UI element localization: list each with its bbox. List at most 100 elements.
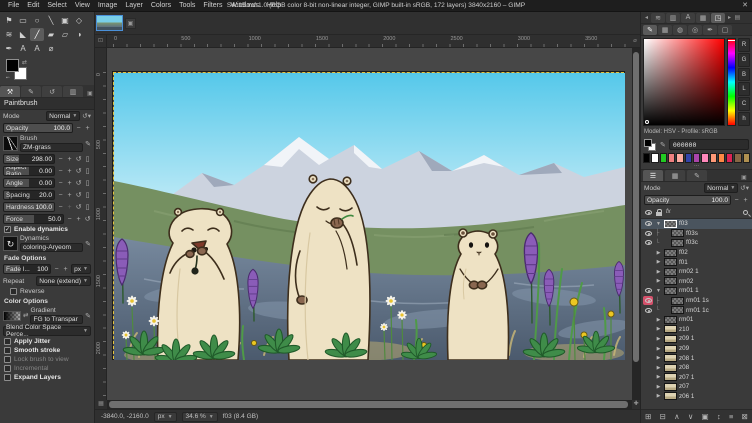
new-layer-button[interactable]: ⊞: [645, 412, 651, 421]
expander-icon[interactable]: ▶: [655, 326, 662, 332]
layer-row-f03c[interactable]: └f03c: [641, 238, 752, 248]
gradient-name-field[interactable]: FG to Transpar: [30, 315, 83, 324]
fonts-tab[interactable]: A: [681, 13, 695, 23]
increment-button[interactable]: +: [66, 180, 73, 187]
slider-force[interactable]: Force50.0: [3, 214, 64, 224]
expander-icon[interactable]: ▶: [655, 393, 662, 399]
lock-header-icon[interactable]: [656, 212, 662, 216]
layer-row-f03s[interactable]: ├f03s: [641, 229, 752, 239]
dock-menu-icon[interactable]: ▣: [738, 174, 750, 181]
visibility-toggle[interactable]: [643, 286, 653, 295]
slider-spacing[interactable]: Spacing20.0: [3, 190, 55, 200]
link-icon[interactable]: ▯: [84, 179, 91, 187]
menu-select[interactable]: Select: [43, 0, 70, 12]
checkbox-row-smooth-stroke[interactable]: Smooth stroke: [0, 346, 94, 355]
zoom-select[interactable]: 34.6 % ▼: [182, 412, 218, 422]
repeat-select[interactable]: None (extend) ▼: [36, 276, 91, 286]
visibility-toggle[interactable]: [643, 315, 653, 324]
layer-row-f02[interactable]: ▶f02: [641, 248, 752, 258]
window-close-button[interactable]: ✕: [742, 0, 748, 12]
patterns-tab[interactable]: ▥: [666, 13, 680, 23]
transform-tool[interactable]: ◇: [72, 14, 86, 27]
wheel-tab[interactable]: ◍: [673, 25, 687, 35]
duplicate-layer-button[interactable]: ▣: [702, 412, 709, 421]
palette-swatch[interactable]: [685, 153, 692, 163]
horizontal-scrollbar-thumb[interactable]: [109, 401, 628, 408]
menu-filters[interactable]: Filters: [199, 0, 226, 12]
layer-opacity-increment[interactable]: +: [742, 197, 749, 204]
reset-icon[interactable]: ↺: [75, 155, 82, 163]
rectangle-select-tool[interactable]: ▭: [16, 14, 30, 27]
merge-layer-button[interactable]: ↕: [717, 412, 721, 421]
paintbrush-tool[interactable]: ╱: [30, 28, 44, 41]
colors-tab[interactable]: ✎: [643, 25, 657, 35]
vertical-ruler[interactable]: 0500100015002000: [95, 48, 107, 400]
expander-icon[interactable]: ▶: [655, 269, 662, 275]
decrement-button[interactable]: −: [66, 216, 73, 223]
layer-mode-switch-button[interactable]: ↺▾: [740, 184, 749, 193]
layer-row-z06-1[interactable]: ▶z06 1: [641, 392, 752, 402]
visibility-toggle[interactable]: [643, 382, 653, 391]
mode-select[interactable]: Normal ▼: [46, 111, 80, 121]
opacity-increment[interactable]: +: [84, 125, 91, 132]
channels-tab[interactable]: ▦: [665, 170, 685, 181]
decrement-button[interactable]: −: [57, 192, 64, 199]
dynamics-thumbnail[interactable]: ↻: [3, 236, 18, 251]
expander-icon[interactable]: ▶: [655, 317, 662, 323]
decrement-button[interactable]: −: [57, 168, 64, 175]
text-along-path-tool[interactable]: A: [30, 42, 44, 55]
link-icon[interactable]: ▯: [84, 155, 91, 163]
watercolor-tab[interactable]: ✒: [703, 25, 717, 35]
cmyk-tab[interactable]: ◎: [688, 25, 702, 35]
checkbox-row-apply-jitter[interactable]: Apply Jitter: [0, 337, 94, 346]
ruler-corner-button[interactable]: ⊡: [95, 35, 107, 47]
expander-icon[interactable]: ▶: [655, 355, 662, 361]
reverse-row[interactable]: Reverse: [0, 287, 94, 296]
reset-icon[interactable]: ↺: [75, 179, 82, 187]
increment-button[interactable]: +: [66, 168, 73, 175]
hue-strip[interactable]: [727, 38, 736, 126]
enable-dynamics-row[interactable]: ✓ Enable dynamics: [0, 225, 94, 234]
checkbox[interactable]: [4, 365, 11, 372]
layer-row-z07-1[interactable]: ▶z07 1: [641, 373, 752, 383]
eraser-tool[interactable]: ▰: [44, 28, 58, 41]
palette-grid-tab[interactable]: ▦: [658, 25, 672, 35]
layer-row-f01[interactable]: ▶f01: [641, 257, 752, 267]
scroll-left-icon[interactable]: ◂: [643, 14, 650, 21]
expander-icon[interactable]: ▶: [655, 278, 662, 284]
checkbox-row-lock-brush-to-view[interactable]: Lock brush to view: [0, 355, 94, 364]
lower-layer-button[interactable]: ∨: [688, 412, 694, 421]
palette-swatch[interactable]: [710, 153, 717, 163]
unit-select[interactable]: px ▼: [154, 412, 177, 422]
tool-options-tab[interactable]: ⚒: [0, 86, 20, 97]
expander-icon[interactable]: ▶: [655, 365, 662, 371]
undo-history-tab[interactable]: ↺: [42, 86, 62, 97]
fade-increment[interactable]: +: [62, 266, 69, 273]
navigation-button[interactable]: ✚: [632, 400, 640, 409]
layer-row-f03[interactable]: ▼f03: [641, 219, 752, 229]
channel-button-C[interactable]: C: [738, 97, 750, 111]
visibility-toggle[interactable]: [643, 306, 653, 315]
foreground-color-swatch[interactable]: [6, 59, 19, 72]
dynamics-name-field[interactable]: coloring-Aryeom: [20, 243, 83, 252]
swap-colors-icon[interactable]: ⇄: [22, 59, 27, 66]
bucket-fill-tool[interactable]: ◣: [16, 28, 30, 41]
visibility-toggle[interactable]: [643, 258, 653, 267]
increment-button[interactable]: +: [66, 192, 73, 199]
scroll-right-icon[interactable]: ▸: [726, 14, 733, 21]
visibility-toggle[interactable]: [643, 344, 653, 353]
reset-colors-icon[interactable]: ▪▫: [6, 75, 10, 81]
channel-button-B[interactable]: B: [738, 68, 750, 82]
ink-tool[interactable]: ✒: [2, 42, 16, 55]
paths-tab[interactable]: ✎: [687, 170, 707, 181]
zoom-follow-button[interactable]: ⌀: [630, 35, 640, 47]
menu-image[interactable]: Image: [94, 0, 121, 12]
palette-swatch[interactable]: [668, 153, 675, 163]
fg-bg-editor-tab[interactable]: ◳: [711, 13, 725, 23]
expander-icon[interactable]: ▶: [655, 336, 662, 342]
layer-row-rm01-1s[interactable]: ├rm01 1s: [641, 296, 752, 306]
image-tab[interactable]: [96, 15, 123, 31]
expander-icon[interactable]: ▼: [655, 288, 662, 294]
visibility-toggle[interactable]: [643, 229, 653, 238]
increment-button[interactable]: +: [66, 156, 73, 163]
